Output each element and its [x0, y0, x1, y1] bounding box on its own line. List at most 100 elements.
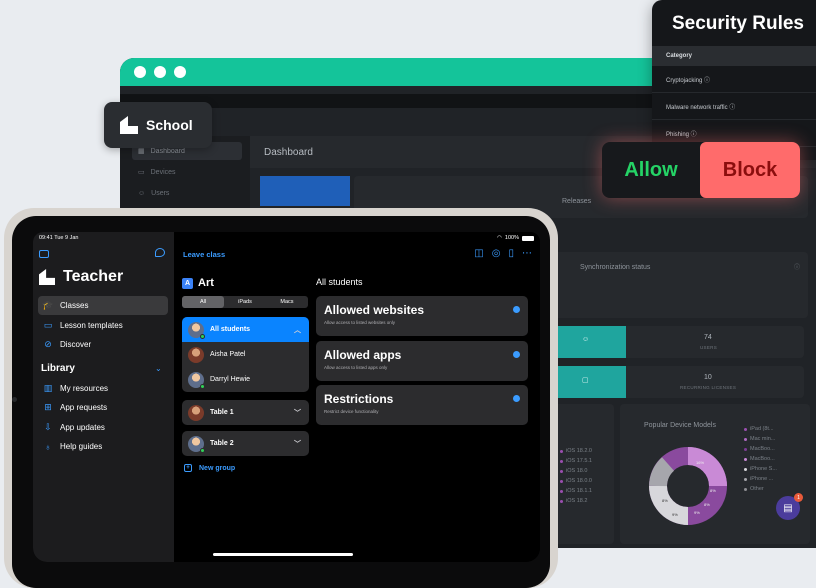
ipad-camera: [12, 397, 17, 402]
legend-item: iOS 17.5.1: [560, 458, 592, 464]
chat-button[interactable]: ▤ 1: [776, 493, 803, 520]
info-icon[interactable]: ⓘ: [794, 262, 800, 271]
allow-button[interactable]: Allow: [602, 142, 700, 198]
legend-item: iOS 18.2.0: [560, 448, 592, 454]
users-icon: ☺: [582, 336, 590, 343]
folder-icon: ▭: [43, 320, 53, 330]
sidebar-item-devices[interactable]: ▭ Devices: [132, 163, 242, 181]
device-filter-segmented: All iPads Macs: [182, 296, 308, 308]
restrictions-card[interactable]: Restrictions Restrict device functionali…: [316, 385, 528, 425]
chevron-down-icon[interactable]: ⌄: [155, 364, 162, 373]
slice-label: 9%: [672, 512, 678, 517]
allow-block-toggle: Allow Block: [602, 142, 800, 198]
slice-label: 8%: [704, 502, 710, 507]
download-icon: ⇩: [44, 422, 52, 432]
page-title: Dashboard: [264, 146, 313, 158]
legend-item: MacBoo...: [744, 446, 775, 452]
chat-bubble-icon[interactable]: [155, 248, 165, 257]
student-row[interactable]: Aisha Patel: [182, 342, 309, 367]
segment-ipads[interactable]: iPads: [224, 296, 266, 308]
rule-desc: Restrict device functionality: [324, 409, 379, 414]
avatar: [188, 346, 204, 363]
segment-macs[interactable]: Macs: [266, 296, 308, 308]
legend-swatch: [560, 459, 563, 463]
chat-icon: ▤: [783, 502, 793, 514]
sync-title: Synchronization status: [580, 264, 651, 271]
sidebar-item-discover[interactable]: ⊘ Discover: [38, 335, 168, 354]
users-icon: ☺: [138, 189, 146, 197]
group-table-2: Table 2 ﹀: [182, 431, 309, 456]
legend-swatch: [560, 499, 563, 503]
sidebar-item-lesson-templates[interactable]: ▭ Lesson templates: [38, 316, 168, 335]
rule-desc: Allow access to listed apps only: [324, 365, 388, 370]
video-icon[interactable]: ◫: [474, 248, 483, 259]
online-dot: [200, 333, 205, 339]
plus-square-icon: ⊞: [44, 402, 52, 412]
allowed-websites-card[interactable]: Allowed websites Allow access to listed …: [316, 296, 528, 336]
promo-banner[interactable]: [260, 176, 350, 206]
lock-screens-icon[interactable]: ◎: [492, 248, 501, 259]
legend-swatch: [744, 487, 747, 491]
legend-swatch: [744, 477, 747, 481]
home-indicator[interactable]: [213, 553, 353, 556]
releases-title: Releases: [562, 198, 592, 205]
licenses-label: RECURRING LICENSES: [680, 385, 737, 390]
group-header-table-2[interactable]: Table 2 ﹀: [182, 431, 309, 456]
leave-class-button[interactable]: Leave class: [183, 250, 225, 259]
online-dot: [200, 383, 205, 389]
group-header-all-students[interactable]: All students ︿: [182, 317, 309, 342]
security-rules-title: Security Rules: [672, 13, 804, 34]
sidebar-item-my-resources[interactable]: ▥ My resources: [38, 379, 168, 398]
legend-item: Mac min...: [744, 436, 775, 442]
allowed-apps-card[interactable]: Allowed apps Allow access to listed apps…: [316, 341, 528, 381]
class-main-area: ◠ 100% Leave class ◫ ◎ ▯ ⋯ A Art All iPad…: [174, 232, 540, 562]
online-dot: [200, 447, 205, 453]
window-minimize-dot[interactable]: [154, 66, 166, 78]
sidebar-item-app-requests[interactable]: ⊞ App requests: [38, 398, 168, 417]
class-title: A Art: [182, 277, 214, 289]
legend-swatch: [560, 469, 563, 473]
student-row[interactable]: Darryl Hewie: [182, 367, 309, 392]
legend-swatch: [744, 467, 747, 471]
window-close-dot[interactable]: [134, 66, 146, 78]
graduation-cap-icon: 🎓: [42, 300, 54, 310]
rule-desc: Allow access to listed websites only: [324, 320, 396, 325]
legend-swatch: [744, 457, 747, 461]
avatar: [188, 371, 205, 389]
chevron-down-icon[interactable]: ﹀: [294, 408, 301, 418]
all-students-group: All students ︿ Aisha Patel Darryl Hewie: [182, 317, 309, 392]
sidebar-toggle-icon[interactable]: [39, 250, 49, 258]
grid-icon: ▦: [138, 148, 145, 155]
licenses-stat-icon-bg: [554, 366, 626, 398]
sidebar-item-classes[interactable]: 🎓 Classes: [38, 296, 168, 315]
window-maximize-dot[interactable]: [174, 66, 186, 78]
battery-icon: [522, 235, 534, 241]
rule-row-malware[interactable]: Malware network traffic ⓘ: [652, 93, 816, 120]
status-dot-icon: [513, 351, 520, 358]
trash-icon[interactable]: ▯: [508, 248, 514, 259]
legend-swatch: [744, 427, 747, 431]
chevron-up-icon[interactable]: ︿: [294, 325, 301, 335]
chevron-down-icon[interactable]: ﹀: [294, 439, 301, 449]
segment-all[interactable]: All: [182, 296, 224, 308]
block-button[interactable]: Block: [700, 142, 800, 198]
avatar: [188, 404, 204, 421]
sidebar-item-app-updates[interactable]: ⇩ App updates: [38, 418, 168, 437]
licenses-count: 10: [704, 374, 712, 381]
status-battery: ◠ 100%: [497, 235, 534, 241]
rule-row-cryptojacking[interactable]: Cryptojacking ⓘ: [652, 66, 816, 93]
security-rules-panel: Security Rules Category Cryptojacking ⓘ …: [652, 0, 816, 160]
popular-models-card[interactable]: Popular Device Models 16% 8% 8% 9% 9% 8%…: [620, 404, 810, 544]
popular-models-title: Popular Device Models: [644, 422, 716, 429]
sidebar-item-help-guides[interactable]: ♁ Help guides: [38, 437, 168, 456]
legend-swatch: [744, 437, 747, 441]
users-label: USERS: [700, 345, 718, 350]
group-header-table-1[interactable]: Table 1 ﹀: [182, 400, 309, 425]
sidebar-item-users[interactable]: ☺ Users: [132, 184, 242, 202]
more-icon[interactable]: ⋯: [522, 248, 532, 259]
school-label: School: [146, 117, 193, 133]
donut-slice: [649, 457, 675, 487]
slice-label: 8%: [710, 488, 716, 493]
ipad-screen: 09:41 Tue 9 Jan Teacher 🎓 Classes ▭ Lesson…: [33, 232, 540, 562]
new-group-button[interactable]: + New group: [184, 464, 235, 472]
